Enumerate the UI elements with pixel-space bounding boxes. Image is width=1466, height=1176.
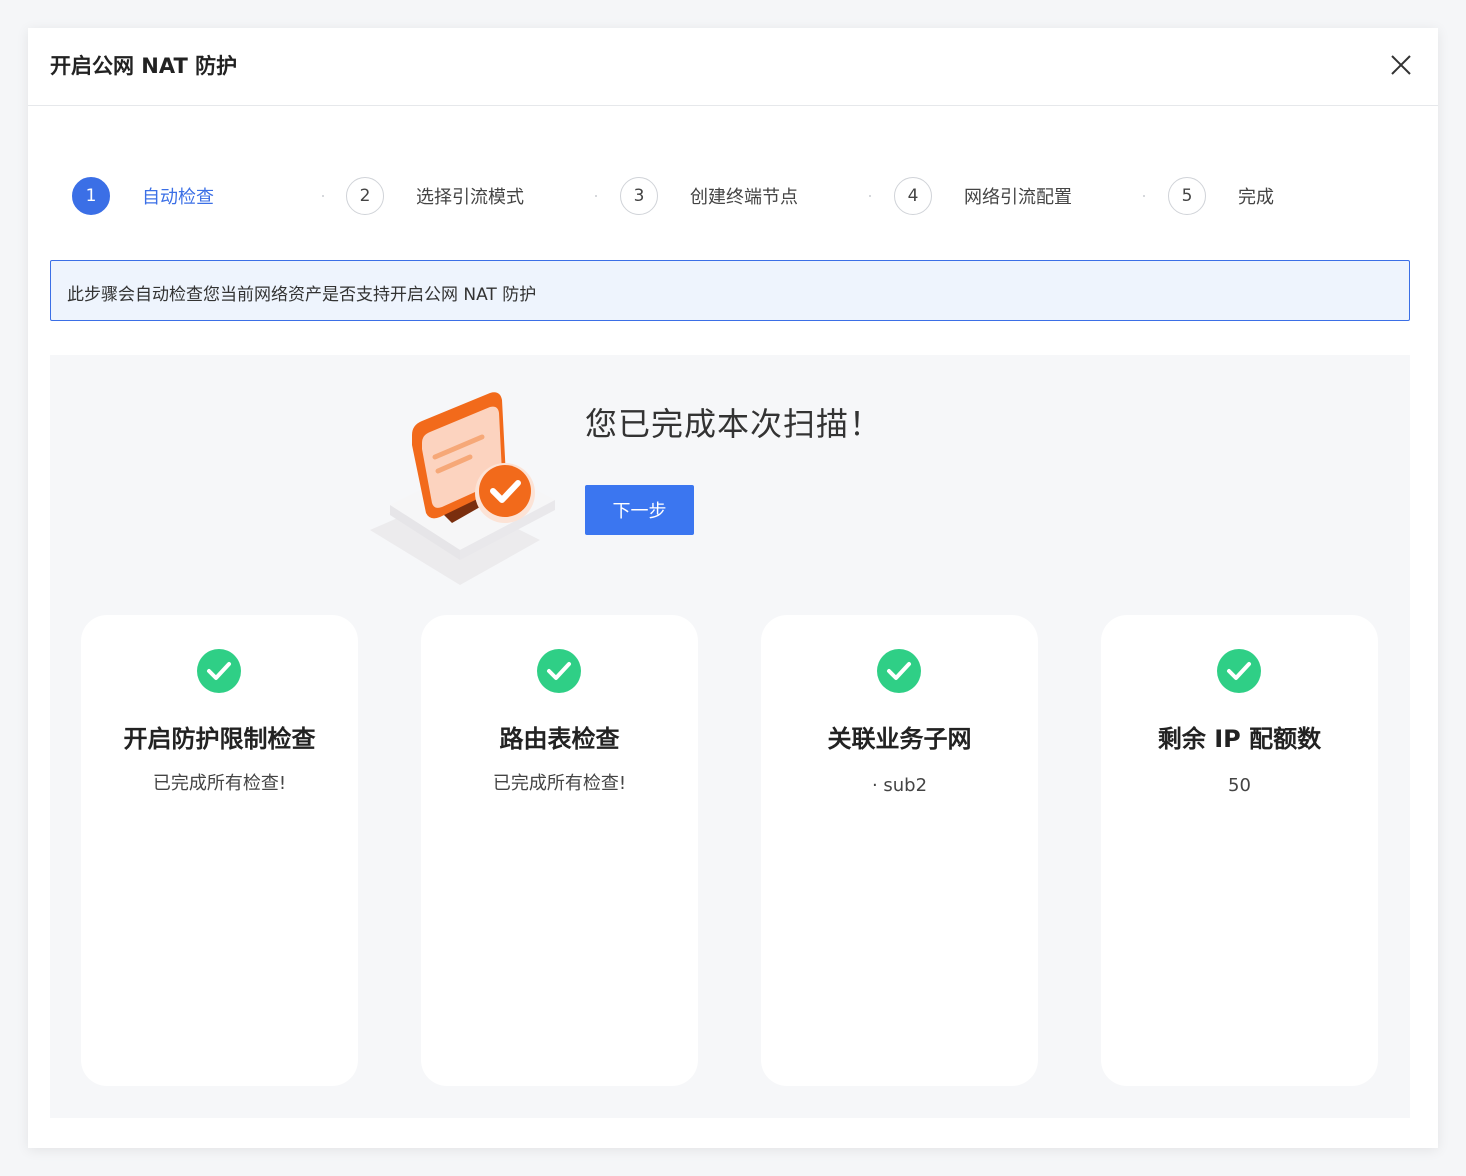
step-3[interactable]: 3 创建终端节点 bbox=[620, 176, 798, 216]
card-description: 已完成所有检查! bbox=[152, 773, 287, 794]
check-card-ip-quota: 剩余 IP 配额数 50 bbox=[1101, 615, 1378, 1086]
step-label: 网络引流配置 bbox=[964, 187, 1072, 208]
close-icon[interactable] bbox=[1384, 48, 1418, 82]
step-label: 完成 bbox=[1238, 187, 1274, 208]
dialog-header: 开启公网 NAT 防护 bbox=[28, 28, 1438, 106]
step-number: 1 bbox=[72, 177, 110, 215]
scan-complete-title: 您已完成本次扫描！ bbox=[585, 405, 883, 443]
card-description: 已完成所有检查! bbox=[492, 773, 627, 794]
next-step-button[interactable]: 下一步 bbox=[585, 485, 694, 535]
step-label: 选择引流模式 bbox=[416, 187, 524, 208]
info-text: 此步骤会自动检查您当前网络资产是否支持开启公网 NAT 防护 bbox=[67, 285, 537, 305]
dialog-title: 开启公网 NAT 防护 bbox=[50, 54, 238, 78]
card-title: 路由表检查 bbox=[499, 725, 620, 753]
info-alert: 此步骤会自动检查您当前网络资产是否支持开启公网 NAT 防护 bbox=[50, 260, 1410, 321]
step-label: 自动检查 bbox=[142, 187, 214, 208]
check-card-route-table: 路由表检查 已完成所有检查! bbox=[421, 615, 698, 1086]
card-title: 关联业务子网 bbox=[827, 725, 972, 753]
step-number: 4 bbox=[894, 177, 932, 215]
step-4[interactable]: 4 网络引流配置 bbox=[894, 176, 1072, 216]
step-2[interactable]: 2 选择引流模式 bbox=[346, 176, 524, 216]
check-card-protection-limit: 开启防护限制检查 已完成所有检查! bbox=[81, 615, 358, 1086]
scan-complete-illustration bbox=[360, 385, 560, 585]
step-separator bbox=[322, 195, 324, 197]
card-title: 开启防护限制检查 bbox=[123, 725, 316, 753]
check-circle-icon bbox=[197, 649, 241, 693]
step-number: 5 bbox=[1168, 177, 1206, 215]
check-circle-icon bbox=[537, 649, 581, 693]
check-circle-icon bbox=[1217, 649, 1261, 693]
card-title: 剩余 IP 配额数 bbox=[1157, 725, 1322, 753]
check-card-subnets: 关联业务子网 · sub2 bbox=[761, 615, 1038, 1086]
step-1[interactable]: 1 自动检查 bbox=[72, 176, 214, 216]
step-separator bbox=[595, 195, 597, 197]
step-number: 2 bbox=[346, 177, 384, 215]
step-number: 3 bbox=[620, 177, 658, 215]
card-description: · sub2 bbox=[871, 775, 928, 796]
step-label: 创建终端节点 bbox=[690, 187, 798, 208]
check-circle-icon bbox=[877, 649, 921, 693]
steps-bar: 1 自动检查 2 选择引流模式 3 创建终端节点 4 网络引流配置 5 完成 bbox=[72, 176, 1372, 216]
scan-result-panel: 您已完成本次扫描！ 下一步 开启防护限制检查 已完成所有检查! 路由表检查 已完… bbox=[50, 355, 1410, 1118]
nat-protection-dialog: 开启公网 NAT 防护 1 自动检查 2 选择引流模式 3 创建终端节点 4 网… bbox=[28, 28, 1438, 1148]
step-5[interactable]: 5 完成 bbox=[1168, 176, 1274, 216]
step-separator bbox=[869, 195, 871, 197]
step-separator bbox=[1143, 195, 1145, 197]
card-description: 50 bbox=[1228, 775, 1251, 796]
